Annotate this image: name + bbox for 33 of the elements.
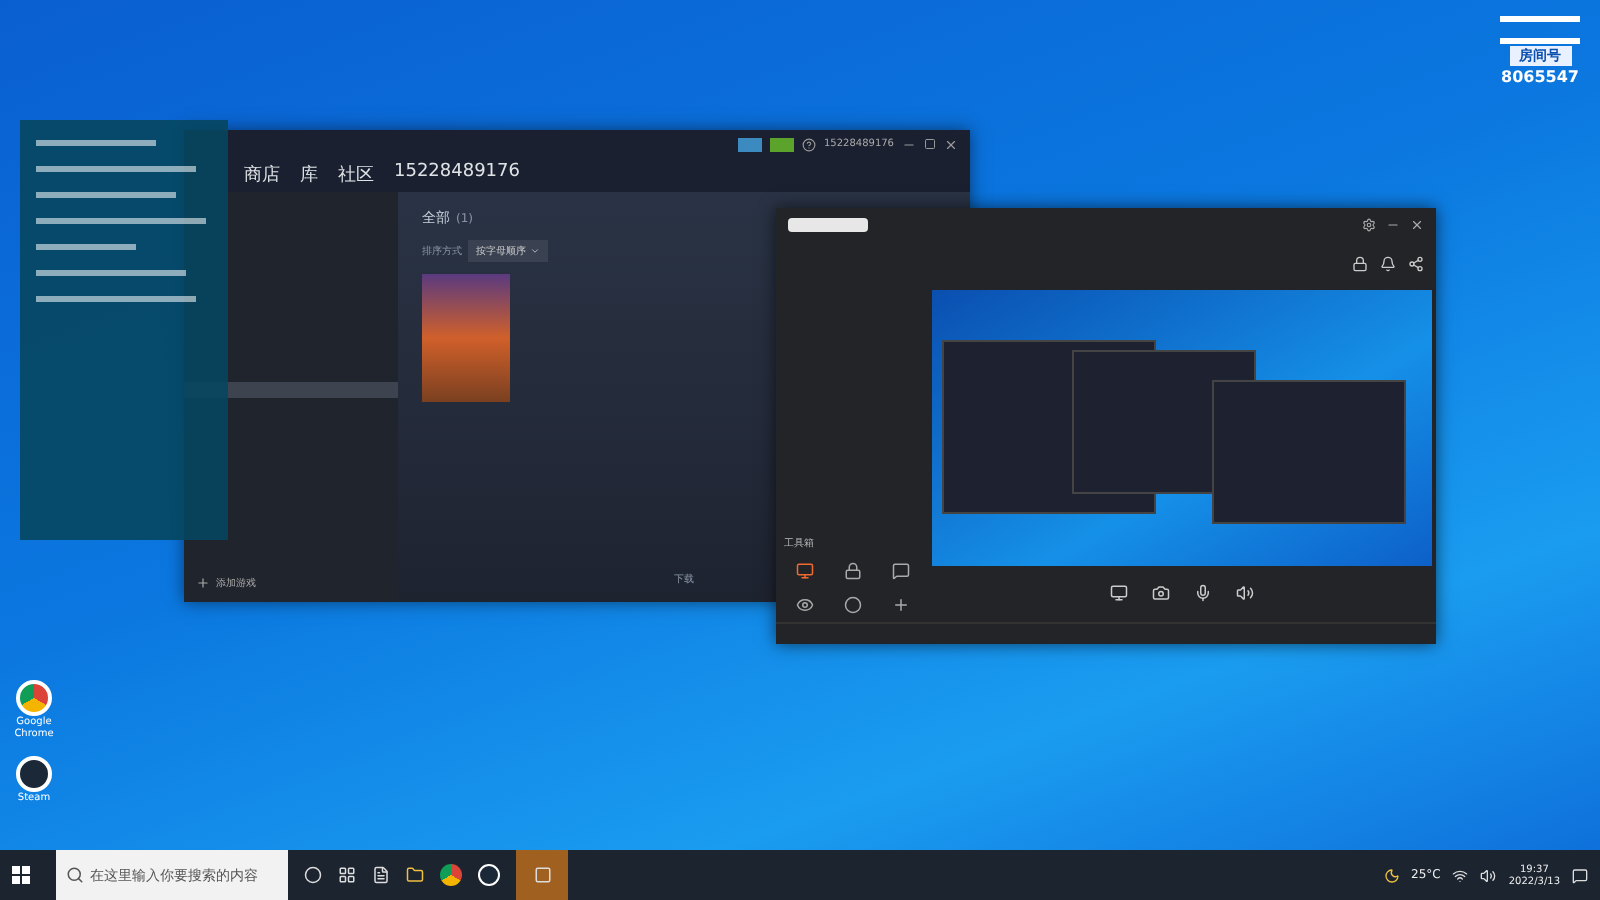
eye-icon[interactable] xyxy=(795,596,813,614)
share-icon[interactable] xyxy=(1408,256,1424,272)
circle-icon[interactable] xyxy=(843,596,861,614)
volume-icon[interactable] xyxy=(1480,867,1497,883)
lock-icon[interactable] xyxy=(1352,256,1368,272)
nav-link[interactable]: 库 xyxy=(300,162,318,188)
plus-icon[interactable] xyxy=(891,596,909,614)
nav-link[interactable]: 社区 xyxy=(338,162,374,188)
maximize-icon[interactable] xyxy=(924,138,936,150)
close-icon[interactable] xyxy=(944,137,958,151)
folder-icon[interactable] xyxy=(406,866,424,884)
search-icon xyxy=(66,866,84,884)
settings-icon[interactable] xyxy=(1362,217,1376,231)
message-icon[interactable] xyxy=(891,562,909,580)
cortana-icon[interactable] xyxy=(304,866,322,884)
chevron-down-icon xyxy=(530,246,540,256)
nav-link[interactable]: 商店 xyxy=(244,162,280,188)
camera-icon[interactable] xyxy=(1152,584,1170,602)
close-icon[interactable] xyxy=(1410,217,1424,231)
lock-icon[interactable] xyxy=(843,562,861,580)
task-view-icon[interactable] xyxy=(338,866,356,884)
screen-icon[interactable] xyxy=(1110,584,1128,602)
monitor-icon[interactable] xyxy=(795,562,813,580)
file-icon[interactable] xyxy=(372,866,390,884)
plus-icon xyxy=(196,576,210,590)
nav-link[interactable]: 15228489176 xyxy=(394,162,520,188)
network-icon[interactable] xyxy=(1452,867,1469,883)
moon-icon xyxy=(1383,867,1400,883)
speaker-icon[interactable] xyxy=(1236,584,1254,602)
bell-icon[interactable] xyxy=(1380,256,1396,272)
microphone-icon[interactable] xyxy=(1194,584,1212,602)
room-number: 8065547 xyxy=(1501,68,1579,86)
help-icon[interactable] xyxy=(802,137,816,151)
